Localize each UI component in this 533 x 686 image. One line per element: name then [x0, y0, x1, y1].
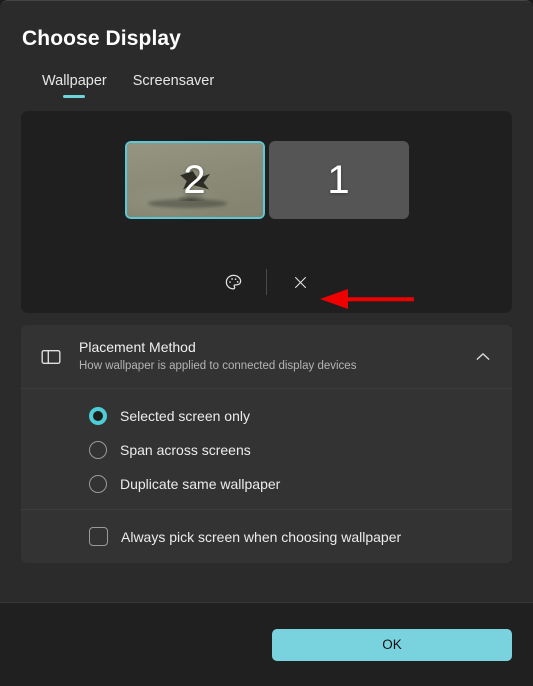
- ok-button[interactable]: OK: [272, 628, 512, 661]
- checkbox-label: Always pick screen when choosing wallpap…: [121, 528, 402, 545]
- tab-screensaver[interactable]: Screensaver: [131, 71, 216, 98]
- choose-display-dialog: Choose Display Wallpaper Screensaver 2 1: [0, 0, 533, 686]
- radio-option-duplicate-same-wallpaper[interactable]: Duplicate same wallpaper: [21, 467, 512, 501]
- chevron-up-icon[interactable]: [470, 352, 496, 361]
- placement-method-title: Placement Method: [79, 339, 196, 355]
- dual-pane-icon: [37, 348, 69, 366]
- placement-method-text: Placement Method How wallpaper is applie…: [69, 338, 470, 375]
- tab-bar: Wallpaper Screensaver: [0, 51, 533, 98]
- radio-option-label: Selected screen only: [120, 407, 250, 424]
- display-preview-card: 2 1: [21, 111, 512, 313]
- radio-option-selected-screen-only[interactable]: Selected screen only: [21, 399, 512, 433]
- placement-method-header[interactable]: Placement Method How wallpaper is applie…: [21, 325, 512, 388]
- preview-toolbar: [21, 267, 512, 297]
- monitor-thumbnail-2[interactable]: 2: [124, 141, 265, 219]
- page-title: Choose Display: [22, 27, 181, 50]
- checkbox-always-pick-screen[interactable]: Always pick screen when choosing wallpap…: [21, 510, 512, 563]
- tab-screensaver-label: Screensaver: [132, 73, 215, 89]
- palette-icon[interactable]: [214, 267, 252, 297]
- radio-indicator[interactable]: [89, 441, 107, 460]
- monitor-number-label: 1: [327, 158, 350, 202]
- radio-indicator[interactable]: [89, 407, 107, 426]
- placement-options-group: Selected screen only Span across screens…: [21, 389, 512, 509]
- monitor-number-label: 2: [183, 158, 206, 202]
- radio-indicator[interactable]: [89, 475, 107, 494]
- toolbar-divider: [266, 269, 267, 295]
- dialog-footer: OK: [0, 602, 533, 686]
- placement-method-card: Placement Method How wallpaper is applie…: [21, 325, 512, 564]
- tab-wallpaper[interactable]: Wallpaper: [40, 71, 109, 98]
- monitor-thumbnail-1[interactable]: 1: [268, 141, 409, 219]
- radio-option-label: Duplicate same wallpaper: [120, 475, 281, 492]
- tab-wallpaper-label: Wallpaper: [42, 73, 107, 89]
- radio-option-span-across-screens[interactable]: Span across screens: [21, 433, 512, 467]
- radio-option-label: Span across screens: [120, 441, 251, 458]
- monitor-list: 2 1: [124, 141, 409, 219]
- checkbox-indicator[interactable]: [89, 527, 108, 547]
- placement-method-subtitle: How wallpaper is applied to connected di…: [79, 359, 357, 372]
- close-icon[interactable]: [281, 267, 319, 297]
